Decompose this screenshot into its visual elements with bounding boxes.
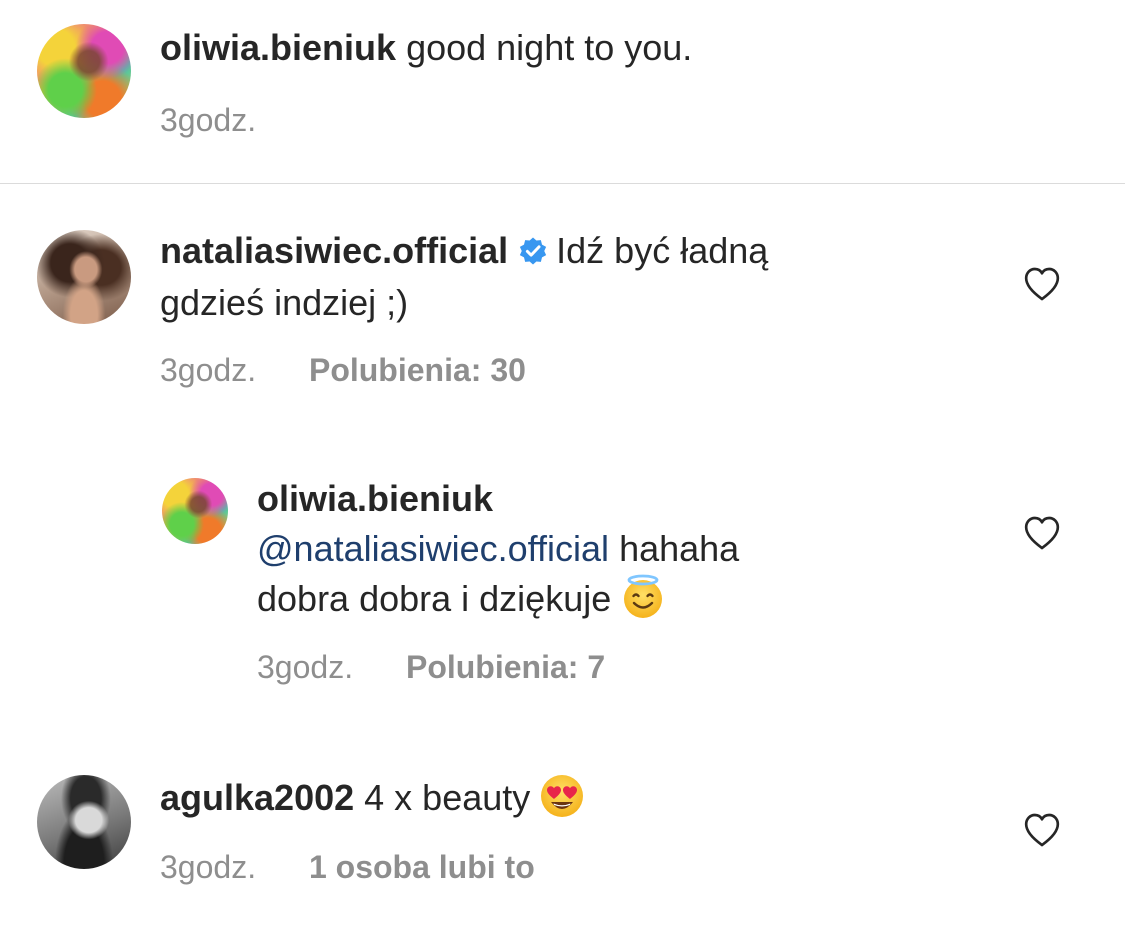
heart-outline-icon[interactable] [1022,810,1062,850]
comment-meta: 3godz. 1 osoba lubi to [160,847,535,887]
comment-meta: 3godz. Polubienia: 30 [160,350,526,390]
comment-text: oliwia.bieniuk good night to you. [160,23,692,73]
reply-meta: 3godz. Polubienia: 7 [257,647,605,687]
reply-body-line2: dobra dobra i dziękuje [257,578,612,619]
verified-badge-icon [520,237,547,265]
username[interactable]: oliwia.bieniuk [160,27,396,68]
username[interactable]: nataliasiwiec.official [160,230,508,271]
mention-link[interactable]: @nataliasiwiec.official [257,528,609,569]
username[interactable]: oliwia.bieniuk [257,478,493,519]
reply-username: oliwia.bieniuk [257,474,493,524]
comment-time: 3godz. [160,849,257,885]
comment-text: agulka2002 4 x beauty [160,772,586,823]
heart-outline-icon[interactable] [1022,264,1062,304]
comment-body: good night to you. [406,27,693,68]
comment-time: 3godz. [257,649,354,685]
comment-time: 3godz. [160,352,257,388]
reply-text-line2: dobra dobra i dziękuje [257,573,667,624]
divider [0,183,1125,184]
comment-body: Idź być ładną [556,230,769,271]
username[interactable]: agulka2002 [160,777,354,818]
likes-count[interactable]: Polubienia: 7 [406,649,605,685]
heart-outline-icon[interactable] [1022,513,1062,553]
avatar[interactable] [37,24,131,118]
avatar[interactable] [162,478,228,544]
likes-count[interactable]: 1 osoba lubi to [309,849,535,885]
comment-body: 4 x beauty [364,777,531,818]
comment-body-line2: gdzieś indziej ;) [160,282,409,323]
comment-time: 3godz. [160,102,257,138]
avatar[interactable] [37,230,131,324]
heart-eyes-emoji [541,775,584,817]
comment-text: nataliasiwiec.official Idź być ładną [160,226,768,276]
smiling-face-with-halo-emoji [624,574,663,618]
reply-text-line1: @nataliasiwiec.official hahaha [257,524,739,574]
reply-body: hahaha [619,528,740,569]
likes-count[interactable]: Polubienia: 30 [309,352,526,388]
avatar[interactable] [37,775,131,869]
